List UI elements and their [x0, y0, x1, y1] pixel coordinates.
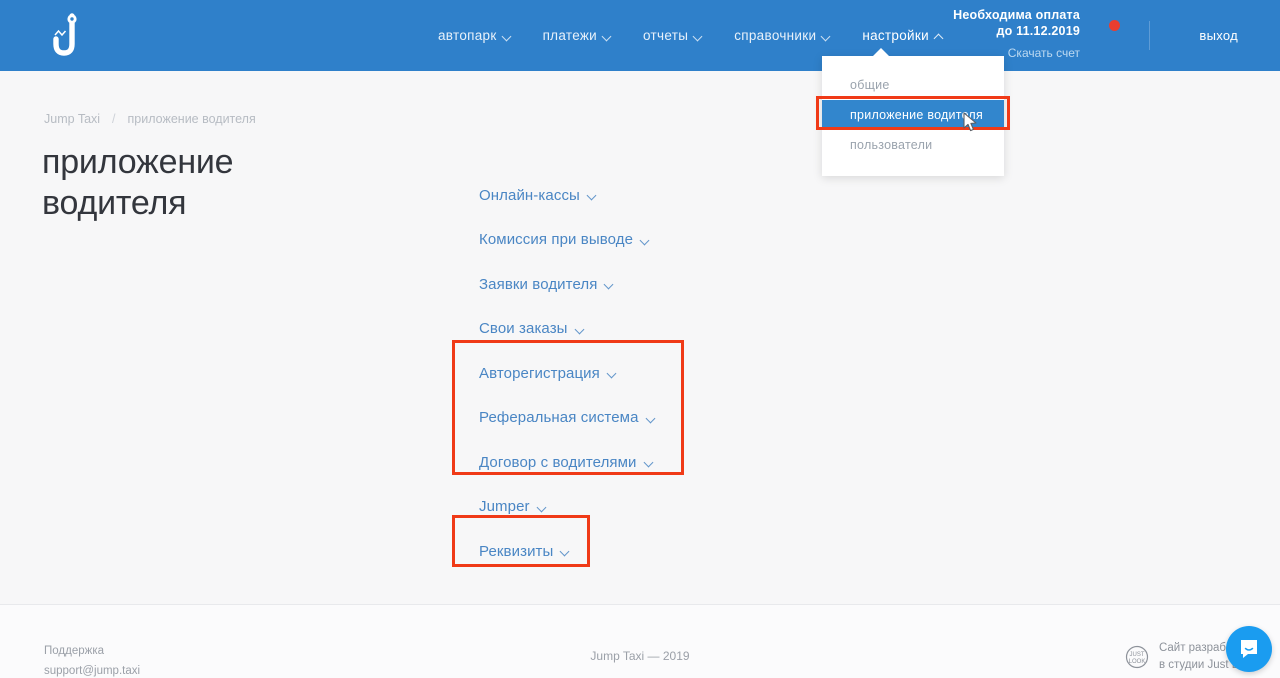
chat-widget-button[interactable] — [1226, 626, 1272, 672]
menu-row: Свои заказы — [479, 307, 655, 352]
menu-link-label: Реквизиты — [479, 543, 553, 560]
menu-link-online-kassy[interactable]: Онлайн-кассы — [479, 187, 596, 204]
menu-row: Комиссия при выводе — [479, 218, 655, 263]
chevron-down-icon — [641, 236, 649, 244]
chevron-down-icon — [647, 414, 655, 422]
chevron-down-icon — [588, 191, 596, 199]
chevron-down-icon — [561, 547, 569, 555]
dropdown-item-prilozhenie-voditelya[interactable]: приложение водителя — [822, 100, 1004, 130]
breadcrumb-current: приложение водителя — [128, 112, 256, 126]
nav-label: автопарк — [438, 28, 497, 43]
nav-label: отчеты — [643, 28, 688, 43]
nav-item-avtopark[interactable]: автопарк — [438, 28, 511, 43]
nav-item-platezhi[interactable]: платежи — [543, 28, 611, 43]
dropdown-item-polzovateli[interactable]: пользователи — [822, 130, 1004, 160]
menu-link-label: Онлайн-кассы — [479, 187, 580, 204]
nav-item-nastroyki[interactable]: настройки — [862, 28, 943, 43]
menu-row: Jumper — [479, 485, 655, 530]
menu-link-label: Заявки водителя — [479, 276, 597, 293]
support-email-link[interactable]: support@jump.taxi — [44, 661, 140, 678]
menu-link-dogovor-s-voditelyami[interactable]: Договор с водителями — [479, 454, 653, 471]
menu-link-label: Договор с водителями — [479, 454, 637, 471]
menu-row: Онлайн-кассы — [479, 173, 655, 218]
chevron-down-icon — [603, 32, 611, 40]
menu-link-rekvizity[interactable]: Реквизиты — [479, 543, 569, 560]
breadcrumb: Jump Taxi / приложение водителя — [44, 112, 256, 126]
chevron-up-icon — [935, 32, 943, 40]
nav-label: настройки — [862, 28, 929, 43]
alert-dot-icon — [1109, 20, 1120, 31]
footer-copyright: Jump Taxi — 2019 — [0, 649, 1280, 663]
payment-required-line1: Необходима оплата — [953, 8, 1080, 24]
chevron-down-icon — [645, 458, 653, 466]
menu-link-referalnaya-sistema[interactable]: Реферальная система — [479, 409, 655, 426]
chevron-down-icon — [822, 32, 830, 40]
payment-notice: Необходима оплата до 11.12.2019 Скачать … — [953, 8, 1080, 61]
menu-link-label: Комиссия при выводе — [479, 231, 633, 248]
settings-dropdown-menu: общие приложение водителя пользователи — [822, 56, 1004, 176]
menu-row: Договор с водителями — [479, 440, 655, 485]
menu-link-label: Jumper — [479, 498, 530, 515]
chevron-down-icon — [605, 280, 613, 288]
menu-row: Заявки водителя — [479, 262, 655, 307]
menu-link-label: Реферальная система — [479, 409, 639, 426]
menu-link-svoi-zakazy[interactable]: Свои заказы — [479, 320, 584, 337]
just-look-studio-logo-icon: JUST LOOK — [1124, 644, 1150, 670]
breadcrumb-root[interactable]: Jump Taxi — [44, 112, 100, 126]
menu-link-zayavki-voditelya[interactable]: Заявки водителя — [479, 276, 613, 293]
menu-row: Реферальная система — [479, 396, 655, 441]
chevron-down-icon — [538, 503, 546, 511]
jump-taxi-logo[interactable] — [44, 10, 90, 62]
chevron-down-icon — [576, 325, 584, 333]
settings-section-menu: Онлайн-кассы Комиссия при выводе Заявки … — [479, 173, 655, 574]
svg-text:JUST: JUST — [1129, 652, 1144, 658]
nav-item-otchety[interactable]: отчеты — [643, 28, 702, 43]
menu-link-jumper[interactable]: Jumper — [479, 498, 546, 515]
nav-label: справочники — [734, 28, 816, 43]
menu-row: Авторегистрация — [479, 351, 655, 396]
menu-link-avtoregistratsiya[interactable]: Авторегистрация — [479, 365, 616, 382]
breadcrumb-separator: / — [112, 112, 115, 126]
chevron-down-icon — [503, 32, 511, 40]
dropdown-item-obshchie[interactable]: общие — [822, 70, 1004, 100]
chevron-down-icon — [608, 369, 616, 377]
menu-row: Реквизиты — [479, 529, 655, 574]
nav-item-spravochniki[interactable]: справочники — [734, 28, 830, 43]
page-title: приложение водителя — [42, 142, 372, 224]
payment-due-date: до 11.12.2019 — [953, 24, 1080, 40]
top-header: автопарк платежи отчеты справочники наст… — [0, 0, 1280, 71]
app-root: автопарк платежи отчеты справочники наст… — [0, 0, 1280, 678]
menu-link-label: Авторегистрация — [479, 365, 600, 382]
nav-label: платежи — [543, 28, 597, 43]
header-divider — [1149, 21, 1150, 50]
page-footer: Поддержка support@jump.taxi Jump Taxi — … — [0, 605, 1280, 678]
menu-link-komissiya-pri-vyvode[interactable]: Комиссия при выводе — [479, 231, 649, 248]
svg-text:LOOK: LOOK — [1129, 659, 1146, 665]
menu-link-label: Свои заказы — [479, 320, 568, 337]
chevron-down-icon — [694, 32, 702, 40]
logout-button[interactable]: выход — [1199, 28, 1238, 43]
